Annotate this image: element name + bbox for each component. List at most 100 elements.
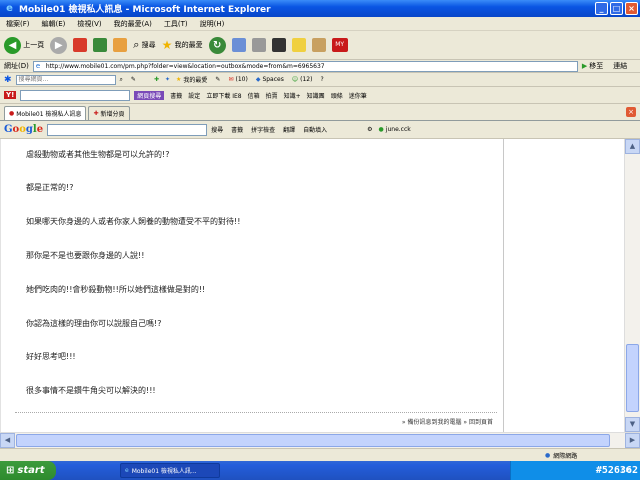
close-tab-icon[interactable]: × [626,107,636,117]
message-line: 虐殺動物或者其他生物都是可以允許的!? [26,150,170,159]
home-button[interactable] [113,38,128,52]
msn-mail-count[interactable]: (10) [235,76,247,83]
print-button[interactable] [251,38,266,52]
plus-icon[interactable]: ✚ [154,76,159,83]
message-line: 那你是不是也要跟你身邊的人說!! [26,251,145,260]
menu-tools[interactable]: 工具(T) [164,19,188,29]
divider [15,412,497,413]
search-button[interactable]: ⌕ 搜尋 [133,38,155,52]
autofill-button[interactable]: 自動填入 [303,125,327,134]
help-icon[interactable]: ? [320,76,323,83]
bookmark-button[interactable]: 書籤 [170,91,182,100]
scroll-down-icon[interactable]: ▼ [625,417,640,432]
windows-logo-icon: ⊞ [6,465,15,476]
menu-bar: 檔案(F) 編輯(E) 檢視(V) 我的最愛(A) 工具(T) 說明(H) [0,17,640,31]
minimize-button[interactable]: _ [595,2,608,15]
back-to-top-link[interactable]: » 回到頁首 [463,419,493,426]
watermark: #526362 [595,465,638,476]
settings-button[interactable]: 設定 [188,91,200,100]
mini-pen-button[interactable]: 迷你筆 [349,91,367,100]
backup-link[interactable]: » 備份訊息到我的電腦 [402,419,462,426]
forward-arrow-icon: ▶ [50,36,68,54]
printer-icon [251,38,266,52]
msn-logo-icon: ✱ [4,74,12,85]
pencil-icon[interactable]: ✎ [131,76,136,83]
google-toolbar: Google 搜尋 書籤 拼字檢查 翻譯 自動填入 ⚙ ● june.cck [0,121,640,139]
research-icon [311,38,326,52]
translate-button[interactable]: 翻譯 [283,125,295,134]
message-line: 你認為這樣的理由你可以說服自己嗎!? [26,319,162,328]
stop-button[interactable] [73,38,88,52]
security-zone: ● 網際網路 [545,452,578,460]
start-button[interactable]: ⊞ start [0,461,56,480]
msn-mail-icon: ✉ [228,76,234,83]
yahoo-search-input[interactable] [20,89,131,101]
msn-search-input[interactable]: 搜尋網頁... [15,74,116,85]
go-button[interactable]: 移至 [589,61,603,71]
menu-view[interactable]: 檢視(V) [77,19,101,29]
web-search-button[interactable]: 網頁搜尋 [134,90,165,100]
star-icon: ★ [161,38,173,52]
maximize-button[interactable]: □ [610,2,623,15]
ie-task-icon: e [125,467,129,474]
yahoo-logo-icon[interactable]: Y! [4,91,17,99]
edit-icon [271,38,286,52]
mail-button[interactable] [231,38,246,52]
favorites-button[interactable]: ★ 我的最愛 [162,38,203,52]
edit-button[interactable] [271,38,286,52]
address-input[interactable]: http://www.mobile01.com/pm.php?folder=vi… [32,60,578,72]
hscroll-thumb[interactable] [16,434,610,447]
tab-strip: ● Mobile01 檢視私人訊息 ✚ 新增分頁 × [0,104,640,121]
google-search-input[interactable] [47,123,208,136]
back-button[interactable]: ◀ 上一頁 [4,36,44,54]
scroll-right-icon[interactable]: ▶ [625,433,640,448]
horizontal-scrollbar[interactable]: ◀ ▶ [0,432,640,448]
msn-edit-icon[interactable]: ✎ [215,76,220,83]
message-line: 她們吃肉的!!會秒殺動物!!所以她們這樣做是對的!! [26,285,206,294]
wrench-icon[interactable]: ⚙ [367,126,372,133]
spaces-link[interactable]: Spaces [262,76,283,83]
refresh-button[interactable] [93,38,108,52]
user-status-icon: ● [378,126,384,133]
knowledge-hall-button[interactable]: 知識團 [307,91,325,100]
google-search-button[interactable]: 搜尋 [211,125,223,134]
messenger-button[interactable] [291,38,306,52]
msn-toolbar: ✱ 搜尋網頁... ⌕ ✎ ✚ ✦ ★ 我的最愛 ✎ ✉ (10) ◆ Spac… [0,73,640,87]
research-button[interactable] [311,38,326,52]
taskbar-item-ie[interactable]: e Mobile01 檢視私人訊... [120,463,220,478]
knowledge-button[interactable]: 知識+ [284,91,301,100]
history-button[interactable]: ↻ [208,36,226,54]
yahoo-toolbar: Y! 網頁搜尋 書籤 設定 立即下載 IE8 信箱 拍賣 知識+ 知識團 頭條 … [0,87,640,104]
scroll-thumb[interactable] [626,344,639,412]
forward-button[interactable]: ▶ [50,36,68,54]
scroll-up-icon[interactable]: ▲ [625,139,640,154]
close-button[interactable]: × [625,2,638,15]
spellcheck-button[interactable]: 拼字檢查 [251,125,275,134]
message-line: 如果哪天你身邊的人或者你家人飼養的動物遭受不平的對待!! [26,217,241,226]
my-button[interactable]: MY [331,38,348,52]
mail-box-button[interactable]: 信箱 [248,91,260,100]
back-arrow-icon: ◀ [4,36,21,54]
tab-new[interactable]: ✚ 新增分頁 [88,106,130,120]
taskbar: ⊞ start e Mobile01 檢視私人訊... CH [0,461,640,480]
vertical-scrollbar[interactable]: ▲ ▼ [624,139,640,432]
menu-help[interactable]: 說明(H) [200,19,225,29]
messenger-icon [291,38,306,52]
auction-button[interactable]: 拍賣 [266,91,278,100]
news-button[interactable]: 頭條 [331,91,343,100]
scroll-left-icon[interactable]: ◀ [0,433,15,448]
butterfly-icon[interactable]: ✦ [165,76,170,83]
people-count[interactable]: (12) [300,76,312,83]
google-user[interactable]: june.cck [386,126,411,133]
tab-active[interactable]: ● Mobile01 檢視私人訊息 [4,106,87,120]
menu-edit[interactable]: 編輯(E) [42,19,66,29]
msn-favorites[interactable]: 我的最愛 [183,75,207,84]
msn-search-icon[interactable]: ⌕ [120,76,123,84]
ie-logo-icon: e [6,3,13,14]
spaces-icon: ◆ [255,76,261,83]
ie8-download-button[interactable]: 立即下載 IE8 [206,91,241,100]
links-button[interactable]: 連結 [613,61,627,71]
google-bookmark-button[interactable]: 書籤 [231,125,243,134]
menu-file[interactable]: 檔案(F) [6,19,30,29]
menu-favorites[interactable]: 我的最愛(A) [114,19,152,29]
